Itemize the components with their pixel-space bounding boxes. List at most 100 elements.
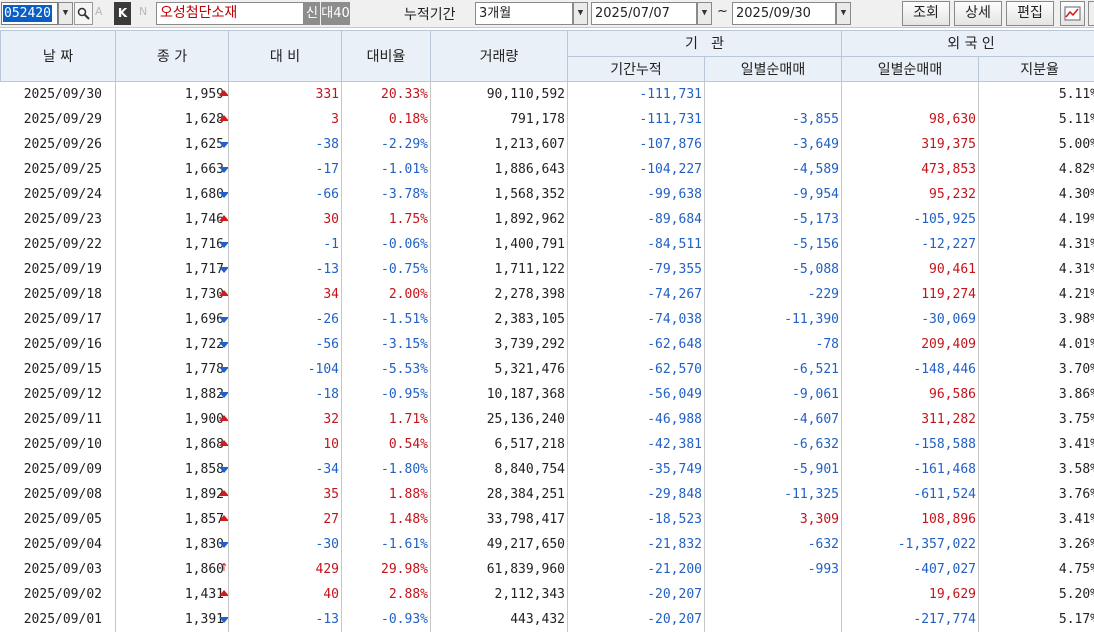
- cell-volume: 90,110,592: [431, 82, 568, 108]
- stock-name-field[interactable]: 오성첨단소재: [156, 2, 304, 25]
- header-volume[interactable]: 거래량: [431, 31, 568, 82]
- down-triangle-icon: [219, 467, 229, 473]
- header-close[interactable]: 종 가: [116, 31, 229, 82]
- period-dropdown-button[interactable]: ▼: [573, 2, 588, 25]
- cell-change: -18: [229, 382, 342, 407]
- cell-close: 1,680: [116, 182, 229, 207]
- table-row[interactable]: 2025/09/011,391-13-0.93%443,432-20,207-2…: [1, 607, 1094, 632]
- cell-change-rate: 1.48%: [342, 507, 431, 532]
- cell-foreign-daily: -407,027: [842, 557, 979, 582]
- cell-inst-cumulative: -20,207: [568, 582, 705, 607]
- cell-inst-daily: -11,390: [705, 307, 842, 332]
- cell-change: 32: [229, 407, 342, 432]
- start-date-input[interactable]: 2025/07/07: [591, 2, 697, 25]
- period-select[interactable]: 3개월: [475, 2, 573, 25]
- filter-n-toggle[interactable]: N: [139, 5, 147, 18]
- table-row[interactable]: 2025/09/121,882-18-0.95%10,187,368-56,04…: [1, 382, 1094, 407]
- header-inst-daily[interactable]: 일별순매매: [705, 56, 842, 82]
- table-row[interactable]: 2025/09/091,858-34-1.80%8,840,754-35,749…: [1, 457, 1094, 482]
- filter-k-toggle[interactable]: K: [114, 2, 131, 25]
- table-row[interactable]: 2025/09/171,696-26-1.51%2,383,105-74,038…: [1, 307, 1094, 332]
- cell-foreign-ratio: 5.00%: [979, 132, 1094, 157]
- down-triangle-icon: [219, 542, 229, 548]
- query-button[interactable]: 조회: [902, 1, 950, 26]
- filter-a-toggle[interactable]: A: [95, 5, 103, 18]
- cell-foreign-ratio: 3.41%: [979, 432, 1094, 457]
- code-dropdown-button[interactable]: ▼: [58, 2, 73, 25]
- cell-foreign-ratio: 4.31%: [979, 257, 1094, 282]
- cell-inst-daily: -5,901: [705, 457, 842, 482]
- table-row[interactable]: 2025/09/291,62830.18%791,178-111,731-3,8…: [1, 107, 1094, 132]
- search-button[interactable]: [74, 2, 93, 25]
- table-row[interactable]: 2025/09/251,663-17-1.01%1,886,643-104,22…: [1, 157, 1094, 182]
- cell-foreign-ratio: 3.98%: [979, 307, 1094, 332]
- header-foreign-ratio[interactable]: 지분율: [979, 56, 1094, 82]
- table-row[interactable]: 2025/09/031,860↑42929.98%61,839,960-21,2…: [1, 557, 1094, 582]
- table-row[interactable]: 2025/09/161,722-56-3.15%3,739,292-62,648…: [1, 332, 1094, 357]
- table-row[interactable]: 2025/09/191,717-13-0.75%1,711,122-79,355…: [1, 257, 1094, 282]
- start-date-dropdown[interactable]: ▼: [697, 2, 712, 25]
- cell-inst-daily: [705, 82, 842, 108]
- header-foreign-daily[interactable]: 일별순매매: [842, 56, 979, 82]
- cell-close: 1,892: [116, 482, 229, 507]
- header-change-rate[interactable]: 대비율: [342, 31, 431, 82]
- cell-change: -56: [229, 332, 342, 357]
- table-row[interactable]: 2025/09/101,868100.54%6,517,218-42,381-6…: [1, 432, 1094, 457]
- table-row[interactable]: 2025/09/221,716-1-0.06%1,400,791-84,511-…: [1, 232, 1094, 257]
- cell-close: 1,858: [116, 457, 229, 482]
- cell-date: 2025/09/25: [1, 157, 116, 182]
- table-row[interactable]: 2025/09/241,680-66-3.78%1,568,352-99,638…: [1, 182, 1094, 207]
- end-date-dropdown[interactable]: ▼: [836, 2, 851, 25]
- cell-close: 1,391: [116, 607, 229, 632]
- end-date-input[interactable]: 2025/09/30: [732, 2, 836, 25]
- cell-inst-cumulative: -107,876: [568, 132, 705, 157]
- more-button[interactable]: [1088, 1, 1094, 26]
- table-row[interactable]: 2025/09/301,95933120.33%90,110,592-111,7…: [1, 82, 1094, 108]
- table-row[interactable]: 2025/09/111,900321.71%25,136,240-46,988-…: [1, 407, 1094, 432]
- cell-close: 1,868: [116, 432, 229, 457]
- cell-inst-cumulative: -111,731: [568, 82, 705, 108]
- cell-inst-cumulative: -42,381: [568, 432, 705, 457]
- cell-volume: 28,384,251: [431, 482, 568, 507]
- cell-foreign-ratio: 4.21%: [979, 282, 1094, 307]
- table-row[interactable]: 2025/09/181,730342.00%2,278,398-74,267-2…: [1, 282, 1094, 307]
- line-chart-icon: [1061, 2, 1084, 25]
- cell-volume: 1,400,791: [431, 232, 568, 257]
- cell-close: 1,730: [116, 282, 229, 307]
- cell-close: 1,830: [116, 532, 229, 557]
- cell-change-rate: -1.51%: [342, 307, 431, 332]
- up-triangle-icon: [219, 215, 229, 221]
- cell-close: 1,900: [116, 407, 229, 432]
- cell-foreign-daily: 311,282: [842, 407, 979, 432]
- table-row[interactable]: 2025/09/051,857271.48%33,798,417-18,5233…: [1, 507, 1094, 532]
- chart-button[interactable]: [1060, 1, 1085, 26]
- cell-change-rate: 1.75%: [342, 207, 431, 232]
- table-row[interactable]: 2025/09/021,431402.88%2,112,343-20,20719…: [1, 582, 1094, 607]
- cell-change-rate: -5.53%: [342, 357, 431, 382]
- margin-badge: 대40: [321, 2, 350, 25]
- cell-foreign-daily: 209,409: [842, 332, 979, 357]
- detail-button[interactable]: 상세: [954, 1, 1002, 26]
- cell-foreign-daily: [842, 82, 979, 108]
- table-row[interactable]: 2025/09/261,625-38-2.29%1,213,607-107,87…: [1, 132, 1094, 157]
- header-inst-cumulative[interactable]: 기간누적: [568, 56, 705, 82]
- cell-foreign-ratio: 3.26%: [979, 532, 1094, 557]
- cell-foreign-daily: -105,925: [842, 207, 979, 232]
- header-date[interactable]: 날 짜: [1, 31, 116, 82]
- header-change[interactable]: 대 비: [229, 31, 342, 82]
- table-row[interactable]: 2025/09/081,892351.88%28,384,251-29,848-…: [1, 482, 1094, 507]
- edit-button[interactable]: 편집: [1006, 1, 1054, 26]
- cell-volume: 2,112,343: [431, 582, 568, 607]
- stock-code-input[interactable]: 052420: [1, 2, 58, 25]
- table-row[interactable]: 2025/09/151,778-104-5.53%5,321,476-62,57…: [1, 357, 1094, 382]
- cell-inst-cumulative: -74,267: [568, 282, 705, 307]
- table-row[interactable]: 2025/09/231,746301.75%1,892,962-89,684-5…: [1, 207, 1094, 232]
- date-range-separator: ~: [717, 4, 728, 19]
- cell-date: 2025/09/01: [1, 607, 116, 632]
- cell-inst-cumulative: -79,355: [568, 257, 705, 282]
- cell-inst-daily: -4,607: [705, 407, 842, 432]
- table-row[interactable]: 2025/09/041,830-30-1.61%49,217,650-21,83…: [1, 532, 1094, 557]
- cell-inst-daily: 3,309: [705, 507, 842, 532]
- new-badge: 신: [304, 2, 320, 25]
- cell-foreign-ratio: 3.41%: [979, 507, 1094, 532]
